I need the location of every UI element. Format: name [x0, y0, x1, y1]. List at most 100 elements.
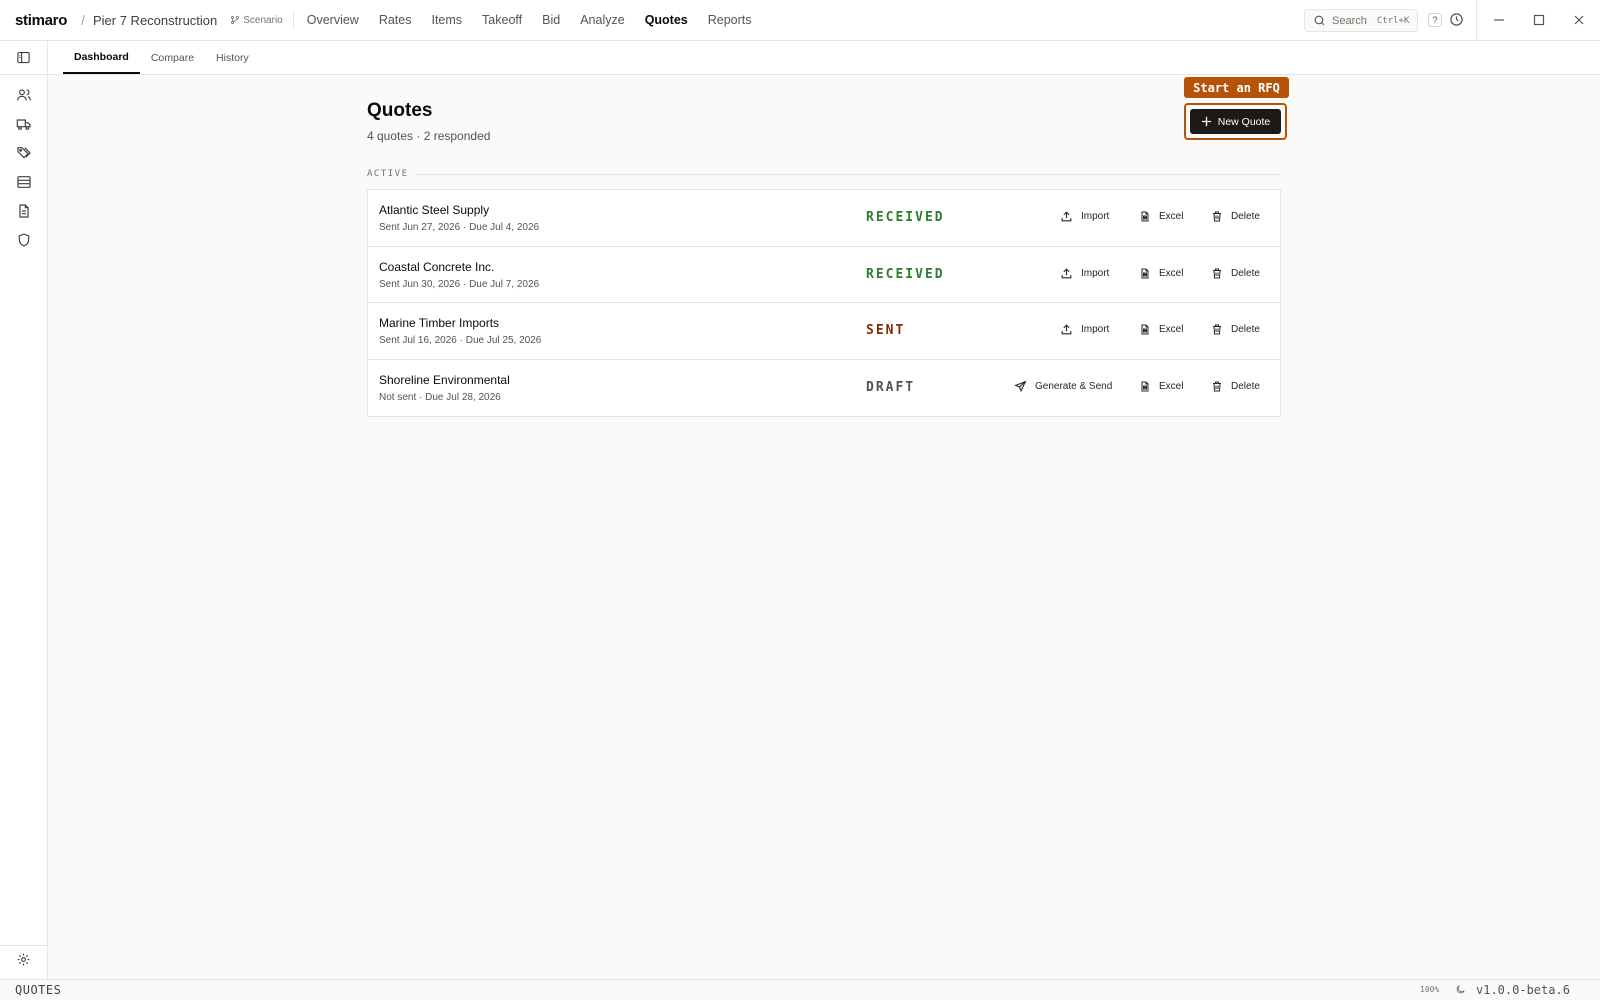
delete-button[interactable]: Delete [1211, 380, 1260, 393]
quote-dates: Sent Jul 16, 2026 · Due Jul 25, 2026 [379, 335, 542, 346]
upload-icon [1061, 267, 1072, 278]
send-icon [1014, 380, 1027, 392]
delete-label: Delete [1231, 211, 1260, 222]
new-quote-button[interactable]: New Quote [1190, 109, 1281, 134]
scenario-label: Scenario [243, 14, 283, 26]
upload-icon [1061, 324, 1072, 335]
file-spreadsheet-icon [1141, 211, 1149, 222]
delete-label: Delete [1231, 267, 1260, 279]
moon-icon[interactable] [1455, 984, 1466, 995]
excel-button[interactable]: Excel [1139, 380, 1183, 393]
delete-label: Delete [1231, 380, 1260, 392]
status-bar: QUOTES 100% v1.0.0-beta.6 [0, 979, 1600, 1000]
nav-items[interactable]: Items [431, 13, 462, 27]
import-button[interactable]: Import [1060, 210, 1109, 223]
file-text-icon[interactable] [16, 203, 32, 219]
search-label: Search [1332, 14, 1367, 27]
divider [292, 10, 294, 30]
vendor-name: Atlantic Steel Supply [379, 203, 490, 217]
quote-dates: Sent Jun 30, 2026 · Due Jul 7, 2026 [379, 278, 540, 290]
quote-row[interactable]: Coastal Concrete Inc. Sent Jun 30, 2026 … [368, 247, 1280, 303]
maximize-icon[interactable] [1532, 13, 1546, 27]
database-icon[interactable] [16, 174, 32, 190]
zoom-level[interactable]: 100% [1420, 985, 1439, 994]
section-label: ACTIVE [367, 169, 409, 179]
rfq-callout: Start an RFQ [1184, 77, 1289, 98]
delete-button[interactable]: Delete [1211, 323, 1260, 336]
excel-label: Excel [1159, 211, 1184, 222]
project-name[interactable]: Pier 7 Reconstruction [93, 13, 217, 28]
file-spreadsheet-icon [1141, 268, 1149, 278]
status-badge: RECEIVED [866, 266, 945, 282]
page-title: Quotes [367, 100, 433, 121]
import-button[interactable]: Import [1060, 267, 1109, 280]
users-icon[interactable] [16, 87, 32, 103]
excel-button[interactable]: Excel [1139, 323, 1183, 336]
main-nav: Overview Rates Items Takeoff Bid Analyze… [307, 13, 752, 27]
quote-row[interactable]: Shoreline Environmental Not sent · Due J… [368, 360, 1280, 417]
vendor-name: Marine Timber Imports [379, 316, 500, 330]
quote-row[interactable]: Atlantic Steel Supply Sent Jun 27, 2026 … [368, 190, 1280, 247]
tab-dashboard[interactable]: Dashboard [63, 41, 140, 74]
tags-icon[interactable] [16, 145, 32, 161]
scenario-selector[interactable]: Scenario [230, 14, 283, 26]
delete-button[interactable]: Delete [1211, 267, 1260, 280]
quote-dates: Sent Jun 27, 2026 · Due Jul 4, 2026 [379, 222, 540, 233]
nav-rates[interactable]: Rates [379, 13, 412, 27]
nav-bid[interactable]: Bid [542, 13, 560, 27]
delete-label: Delete [1231, 324, 1260, 335]
page-subtitle: 4 quotes · 2 responded [367, 129, 491, 143]
trash-icon [1213, 268, 1221, 278]
divider [416, 174, 1281, 175]
quote-row[interactable]: Marine Timber Imports Sent Jul 16, 2026 … [368, 303, 1280, 360]
breadcrumb-separator: / [81, 12, 85, 28]
generate-send-label: Generate & Send [1035, 380, 1113, 392]
quote-dates: Not sent · Due Jul 28, 2026 [379, 391, 501, 403]
tab-history[interactable]: History [205, 41, 260, 74]
help-button[interactable]: ? [1428, 13, 1442, 27]
git-branch-icon [231, 16, 240, 24]
trash-icon [1213, 211, 1221, 222]
excel-label: Excel [1159, 324, 1184, 335]
shield-icon[interactable] [16, 232, 32, 248]
new-quote-label: New Quote [1217, 115, 1271, 128]
vendor-name: Coastal Concrete Inc. [379, 259, 495, 274]
app-logo[interactable]: stimaro [15, 12, 67, 29]
nav-analyze[interactable]: Analyze [580, 13, 624, 27]
excel-label: Excel [1159, 380, 1184, 392]
delete-button[interactable]: Delete [1211, 210, 1260, 223]
trash-icon [1213, 381, 1221, 391]
file-spreadsheet-icon [1141, 324, 1149, 335]
clock-icon[interactable] [1449, 12, 1464, 27]
settings-icon[interactable] [16, 952, 31, 967]
nav-takeoff[interactable]: Takeoff [482, 13, 522, 27]
nav-quotes[interactable]: Quotes [645, 13, 688, 27]
nav-reports[interactable]: Reports [708, 13, 752, 27]
search-icon [1314, 15, 1325, 26]
trash-icon [1213, 324, 1221, 335]
import-label: Import [1081, 267, 1110, 279]
search-button[interactable]: Search Ctrl+K [1304, 9, 1418, 32]
status-badge: DRAFT [866, 379, 916, 395]
import-button[interactable]: Import [1060, 323, 1109, 336]
excel-button[interactable]: Excel [1139, 267, 1183, 280]
excel-button[interactable]: Excel [1139, 210, 1183, 223]
panel-left-icon [17, 51, 30, 64]
status-badge: RECEIVED [866, 210, 945, 225]
vendor-name: Shoreline Environmental [379, 372, 510, 387]
generate-send-button[interactable]: Generate & Send [1014, 380, 1112, 393]
minimize-icon[interactable] [1492, 13, 1506, 27]
close-icon[interactable] [1572, 13, 1586, 27]
left-sidebar [0, 41, 48, 979]
nav-overview[interactable]: Overview [307, 13, 359, 27]
import-label: Import [1081, 324, 1110, 335]
sidebar-toggle[interactable] [0, 41, 47, 75]
sub-tabs: Dashboard Compare History [48, 41, 1600, 75]
mode-indicator: QUOTES [15, 983, 62, 997]
divider [1476, 0, 1477, 41]
plus-icon [1201, 116, 1211, 127]
tab-compare[interactable]: Compare [140, 41, 205, 74]
truck-icon[interactable] [16, 116, 32, 132]
app-version: v1.0.0-beta.6 [1476, 983, 1570, 997]
import-label: Import [1081, 211, 1110, 222]
